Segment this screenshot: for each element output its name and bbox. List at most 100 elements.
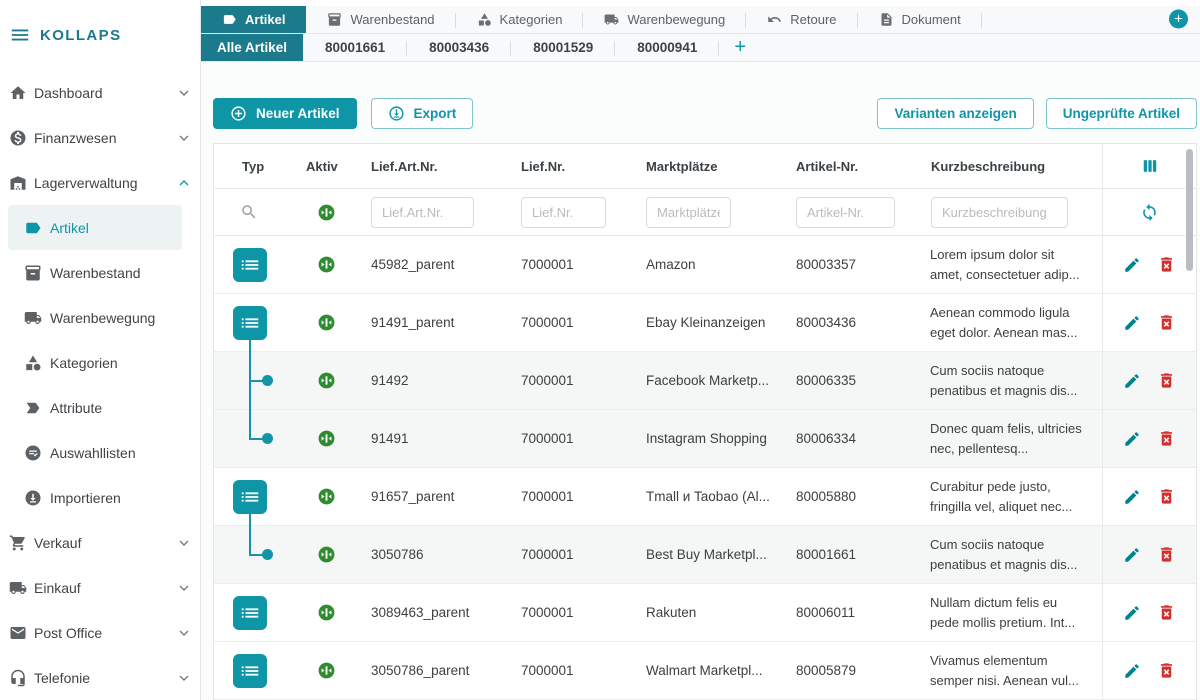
edit-button[interactable] [1123, 546, 1141, 564]
edit-button[interactable] [1123, 256, 1141, 274]
sidebar-item-warenbewegung[interactable]: Warenbewegung [0, 295, 200, 340]
refresh-icon[interactable] [1140, 203, 1159, 222]
filter-input-kurzbeschreibung[interactable] [931, 197, 1068, 228]
table-row[interactable]: 914917000001Instagram Shopping80006334Do… [214, 410, 1196, 468]
sub-tabs: Alle Artikel 80001661 80003436800015298000… [201, 34, 719, 61]
typ-cell [214, 410, 294, 467]
kurzbeschreibung-cell: Vivamus elementum semper nisi. Aenean vu… [919, 642, 1102, 699]
delete-button[interactable] [1157, 545, 1176, 564]
add-module-button[interactable]: + [1169, 10, 1188, 29]
sidebar-item-warenbestand[interactable]: Warenbestand [0, 250, 200, 295]
table-row[interactable]: 91491_parent7000001Ebay Kleinanzeigen800… [214, 294, 1196, 352]
subtab-80000941[interactable]: 80000941 [615, 34, 719, 61]
new-article-button[interactable]: Neuer Artikel [213, 98, 357, 129]
table-scrollbar-thumb[interactable] [1186, 149, 1193, 271]
trash-icon [1157, 255, 1176, 274]
table-row[interactable]: 30507867000001Best Buy Marketpl...800016… [214, 526, 1196, 584]
row-actions-cell [1102, 236, 1196, 293]
box-icon [327, 12, 342, 27]
edit-button[interactable] [1123, 604, 1141, 622]
marktplatz-cell: Amazon [634, 236, 784, 293]
filter-input-liefnr[interactable] [521, 197, 606, 228]
sidebar-item-telefonie[interactable]: Telefonie [0, 655, 200, 700]
trash-icon [1157, 661, 1176, 680]
export-button[interactable]: Export [371, 98, 474, 129]
sidebar-item-lagerverwaltung[interactable]: Lagerverwaltung [0, 160, 200, 205]
sub-tabbar: Alle Artikel 80001661 80003436800015298000… [201, 34, 1200, 62]
tab-dokument[interactable]: Dokument [858, 6, 982, 33]
sidebar-item-dashboard[interactable]: Dashboard [0, 70, 200, 115]
subtab-80001529[interactable]: 80001529 [511, 34, 615, 61]
sidebar-item-auswahllisten[interactable]: Auswahllisten [0, 430, 200, 475]
delete-button[interactable] [1157, 371, 1176, 390]
pencil-icon [1123, 488, 1141, 506]
tab-warenbewegung[interactable]: Warenbewegung [583, 6, 746, 33]
edit-button[interactable] [1123, 488, 1141, 506]
row-actions-cell [1102, 526, 1196, 583]
filter-input-liefartnr[interactable] [371, 197, 474, 228]
row-type-list-button[interactable] [233, 248, 267, 282]
row-type-list-button[interactable] [233, 480, 267, 514]
row-type-list-button[interactable] [233, 306, 267, 340]
tree-node-dot [262, 433, 273, 444]
row-type-list-button[interactable] [233, 654, 267, 688]
lief-nr-cell: 7000001 [509, 236, 634, 293]
artikel-nr-cell: 80005880 [784, 468, 919, 525]
subtab-alle-artikel[interactable]: Alle Artikel [201, 34, 303, 61]
show-variants-button[interactable]: Varianten anzeigen [877, 98, 1033, 129]
pencil-icon [1123, 546, 1141, 564]
edit-button[interactable] [1123, 430, 1141, 448]
delete-button[interactable] [1157, 661, 1176, 680]
typ-cell [214, 468, 294, 525]
row-type-list-button[interactable] [233, 596, 267, 630]
lief-art-nr-cell: 91657_parent [359, 468, 509, 525]
filter-input-artikelnr[interactable] [796, 197, 895, 228]
edit-button[interactable] [1123, 372, 1141, 390]
delete-button[interactable] [1157, 603, 1176, 622]
table-row[interactable]: 3089463_parent7000001Rakuten80006011Null… [214, 584, 1196, 642]
delete-button[interactable] [1157, 429, 1176, 448]
table-row[interactable]: 3050786_parent7000001Walmart Marketpl...… [214, 642, 1196, 700]
table-row[interactable]: 914927000001Facebook Marketp...80006335C… [214, 352, 1196, 410]
subtab-80001661[interactable]: 80001661 [303, 34, 407, 61]
table-row[interactable]: 91657_parent7000001Tmall и Taobao (Al...… [214, 468, 1196, 526]
tree-line [249, 409, 251, 439]
sidebar-item-kategorien[interactable]: Kategorien [0, 340, 200, 385]
delete-button[interactable] [1157, 313, 1176, 332]
tab-artikel[interactable]: Artikel [201, 6, 306, 33]
active-filter-icon[interactable] [317, 203, 336, 222]
edit-button[interactable] [1123, 662, 1141, 680]
active-status-icon [317, 603, 336, 622]
sidebar-item-label: Artikel [50, 220, 172, 236]
main-tabs: ArtikelWarenbestandKategorienWarenbewegu… [201, 6, 982, 33]
sidebar-item-label: Verkauf [34, 535, 176, 551]
tab-kategorien[interactable]: Kategorien [456, 6, 584, 33]
filter-input-marktpltze[interactable] [646, 197, 731, 228]
sidebar-item-verkauf[interactable]: Verkauf [0, 520, 200, 565]
edit-button[interactable] [1123, 314, 1141, 332]
sidebar-item-artikel[interactable]: Artikel [8, 205, 182, 250]
tab-warenbestand[interactable]: Warenbestand [306, 6, 455, 33]
subtab-80003436[interactable]: 80003436 [407, 34, 511, 61]
lief-nr-cell: 7000001 [509, 642, 634, 699]
subtab-label: 80001661 [325, 40, 385, 55]
sidebar-item-einkauf[interactable]: Einkauf [0, 565, 200, 610]
sidebar-item-post-office[interactable]: Post Office [0, 610, 200, 655]
delete-button[interactable] [1157, 255, 1176, 274]
app-window: KOLLAPS DashboardFinanzwesenLagerverwalt… [0, 0, 1200, 700]
tab-retoure[interactable]: Retoure [746, 6, 857, 33]
table-row[interactable]: 45982_parent7000001Amazon80003357Lorem i… [214, 236, 1196, 294]
delete-button[interactable] [1157, 487, 1176, 506]
lief-art-nr-cell: 91492 [359, 352, 509, 409]
active-status-icon [317, 371, 336, 390]
sidebar-item-importieren[interactable]: Importieren [0, 475, 200, 520]
add-article-tab-button[interactable]: + [719, 34, 761, 61]
headset-icon [9, 669, 27, 687]
unchecked-articles-button[interactable]: Ungeprüfte Artikel [1046, 98, 1197, 129]
warehouse-icon [9, 174, 27, 192]
filter-cell-4 [919, 189, 1102, 235]
columns-icon[interactable] [1140, 156, 1160, 176]
sidebar-item-attribute[interactable]: Attribute [0, 385, 200, 430]
sidebar-item-finanzwesen[interactable]: Finanzwesen [0, 115, 200, 160]
hamburger-menu-icon[interactable] [9, 24, 31, 46]
